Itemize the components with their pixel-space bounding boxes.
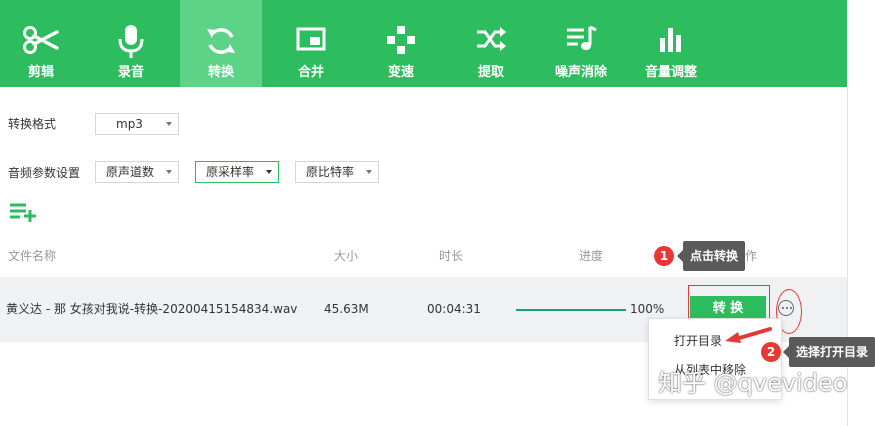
format-select-value: mp3 xyxy=(116,117,143,131)
microphone-icon xyxy=(90,24,172,64)
tool-merge[interactable]: 合并 xyxy=(270,0,352,87)
tool-speed[interactable]: 变速 xyxy=(360,0,442,87)
format-select[interactable]: mp3 xyxy=(95,113,179,135)
samplerate-select[interactable]: 原采样率 xyxy=(195,161,279,183)
tool-noise-removal-label: 噪声消除 xyxy=(554,65,607,80)
tool-noise-removal[interactable]: 噪声消除 xyxy=(540,0,622,87)
format-label: 转换格式 xyxy=(8,117,57,131)
add-file-icon[interactable] xyxy=(9,202,37,222)
tool-extract-label: 提取 xyxy=(477,65,504,80)
dropdown-arrow-icon xyxy=(166,122,172,126)
tool-record-label: 录音 xyxy=(117,65,144,80)
tool-cut[interactable]: 剪辑 xyxy=(0,0,82,87)
scissors-icon xyxy=(0,24,82,64)
bitrate-select[interactable]: 原比特率 xyxy=(295,161,379,183)
dropdown-arrow-icon xyxy=(266,170,272,174)
watermark: 知乎 @qvevideo xyxy=(658,369,848,397)
col-header-duration: 时长 xyxy=(439,249,464,263)
extract-icon xyxy=(450,24,532,64)
dropdown-arrow-icon xyxy=(166,170,172,174)
tool-cut-label: 剪辑 xyxy=(27,65,54,80)
tool-volume-label: 音量调整 xyxy=(644,65,697,80)
merge-icon xyxy=(270,24,352,64)
highlight-box xyxy=(688,285,770,319)
tool-record[interactable]: 录音 xyxy=(90,0,172,87)
step2-tooltip: 选择打开目录 xyxy=(783,337,875,367)
tool-speed-label: 变速 xyxy=(387,65,414,80)
tool-merge-label: 合并 xyxy=(297,65,324,80)
file-name-cell: 黄义达 - 那 女孩对我说-转换-20200415154834.wav xyxy=(6,302,298,316)
step2-badge: 2 xyxy=(761,342,781,362)
tool-extract[interactable]: 提取 xyxy=(450,0,532,87)
channel-select[interactable]: 原声道数 xyxy=(95,161,179,183)
speed-icon xyxy=(360,24,442,64)
progress-fill xyxy=(516,309,626,311)
col-header-name: 文件名称 xyxy=(8,249,57,263)
col-header-progress: 进度 xyxy=(579,249,604,263)
col-header-size: 大小 xyxy=(334,249,359,263)
col-header-action: 作 xyxy=(745,249,758,263)
noise-removal-icon xyxy=(540,24,622,64)
bitrate-select-value: 原比特率 xyxy=(306,165,355,179)
channel-select-value: 原声道数 xyxy=(106,165,155,179)
volume-bars-icon xyxy=(630,24,712,64)
file-duration-cell: 00:04:31 xyxy=(427,302,481,316)
file-size-cell: 45.63M xyxy=(324,302,369,316)
tool-volume[interactable]: 音量调整 xyxy=(630,0,712,87)
step2-tooltip-text: 选择打开目录 xyxy=(796,345,869,359)
toolbar: 剪辑 录音 转换 合并 变速 提取 噪声消除 音量调整 xyxy=(0,0,847,87)
audio-params-label: 音频参数设置 xyxy=(8,166,81,180)
step1-tooltip: 点击转换 xyxy=(677,241,746,271)
progress-bar xyxy=(516,309,626,311)
step1-tooltip-text: 点击转换 xyxy=(690,249,739,263)
menu-item-open-directory[interactable]: 打开目录 xyxy=(674,332,722,350)
dropdown-arrow-icon xyxy=(366,170,372,174)
convert-icon xyxy=(180,24,262,64)
tool-convert[interactable]: 转换 xyxy=(180,0,262,87)
step1-badge: 1 xyxy=(654,246,674,266)
samplerate-select-value: 原采样率 xyxy=(206,165,255,179)
progress-text: 100% xyxy=(630,302,665,316)
tool-convert-label: 转换 xyxy=(207,65,234,80)
